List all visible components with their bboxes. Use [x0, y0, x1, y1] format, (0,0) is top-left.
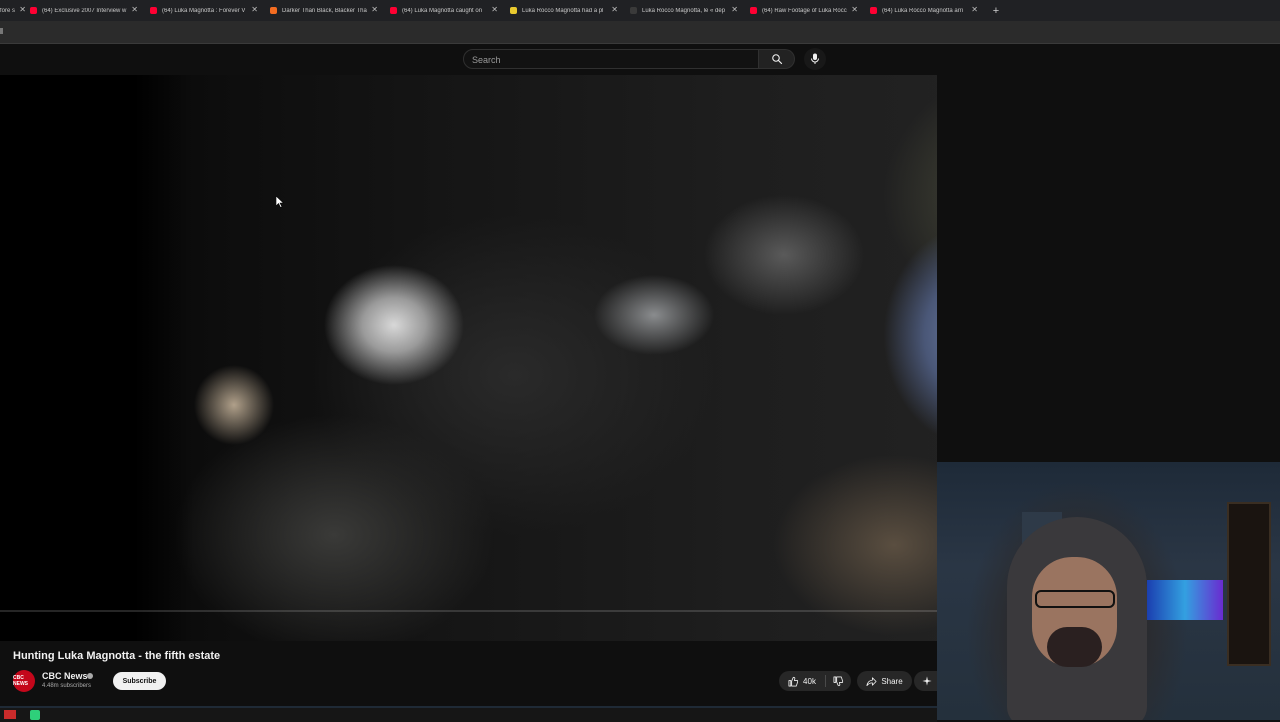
tab-label: Luka Rocco Magnotta had a pl [522, 7, 604, 14]
thumbs-down-icon [833, 676, 843, 686]
like-count: 40k [803, 676, 816, 686]
youtube-favicon-icon [390, 7, 397, 14]
video-letterbox [134, 75, 194, 641]
browser-tab[interactable]: Darker Than Black, Blacker Tha ✕ [266, 0, 386, 21]
close-icon[interactable]: ✕ [19, 5, 26, 14]
page-info-icon[interactable] [0, 28, 3, 34]
youtube-favicon-icon [30, 7, 37, 14]
video-title: Hunting Luka Magnotta - the fifth estate [13, 650, 221, 662]
youtube-favicon-icon [750, 7, 757, 14]
new-tab-button[interactable]: + [986, 5, 1006, 17]
microphone-icon [811, 53, 819, 64]
browser-tab[interactable]: (64) Luka Magnotta caught on ✕ [386, 0, 506, 21]
channel-avatar[interactable]: CBC NEWS [13, 670, 35, 692]
close-icon[interactable]: ✕ [371, 5, 378, 14]
browser-tab[interactable]: Luka Rocco Magnotta had a pl ✕ [506, 0, 626, 21]
share-icon [866, 676, 877, 686]
search-box[interactable] [463, 49, 759, 69]
streamer-glasses [1035, 590, 1115, 608]
share-label: Share [881, 676, 903, 686]
video-frame [134, 75, 937, 641]
browser-tab[interactable]: (64) Luka Rocco Magnotta arri ✕ [866, 0, 986, 21]
close-icon[interactable]: ✕ [251, 5, 258, 14]
streamer-beard [1047, 627, 1102, 667]
channel-name[interactable]: CBC News [42, 671, 88, 681]
search-button[interactable] [759, 49, 795, 69]
tab-label: (64) Raw Footage of Luka Rocc [762, 7, 847, 14]
background-monitor [1147, 580, 1223, 620]
close-icon[interactable]: ✕ [971, 5, 978, 14]
browser-tab[interactable]: (64) Luka Magnotta : Forever V ✕ [146, 0, 266, 21]
close-icon[interactable]: ✕ [131, 5, 138, 14]
browser-tab[interactable]: fore s ✕ [0, 0, 26, 21]
news-favicon-icon [510, 7, 517, 14]
video-progress-bar[interactable] [0, 610, 937, 612]
tab-label: Luka Rocco Magnotta, le « dép [642, 7, 726, 14]
close-icon[interactable]: ✕ [731, 5, 738, 14]
browser-tab-strip: fore s ✕ (64) Exclusive 2007 Interview w… [0, 0, 1280, 21]
background-bookshelf [1227, 502, 1271, 666]
address-bar[interactable] [0, 21, 1280, 44]
close-icon[interactable]: ✕ [851, 5, 858, 14]
youtube-favicon-icon [150, 7, 157, 14]
like-button[interactable]: 40k [779, 671, 825, 691]
browser-tab[interactable]: (64) Raw Footage of Luka Rocc ✕ [746, 0, 866, 21]
blog-favicon-icon [270, 7, 277, 14]
youtube-favicon-icon [870, 7, 877, 14]
browser-tab[interactable]: (64) Exclusive 2007 Interview w ✕ [26, 0, 146, 21]
mouse-cursor-icon [276, 196, 284, 208]
thumbs-up-icon [788, 676, 799, 686]
tab-label: (64) Luka Rocco Magnotta arri [882, 7, 964, 14]
sparkle-icon [922, 676, 932, 686]
share-button[interactable]: Share [857, 671, 912, 691]
tab-label: fore s [0, 7, 16, 14]
app-icon[interactable] [30, 710, 40, 720]
subscriber-count: 4.48m subscribers [42, 683, 92, 689]
tab-label: (64) Exclusive 2007 Interview w [42, 7, 127, 14]
close-icon[interactable]: ✕ [491, 5, 498, 14]
verified-badge-icon [87, 673, 93, 679]
video-player[interactable] [0, 75, 937, 641]
voice-search-button[interactable] [804, 48, 826, 70]
search-icon [771, 54, 782, 65]
browser-tab[interactable]: Luka Rocco Magnotta, le « dép ✕ [626, 0, 746, 21]
youtube-header [0, 44, 1280, 75]
search-input[interactable] [464, 51, 758, 69]
tab-label: (64) Luka Magnotta caught on [402, 7, 483, 14]
news-favicon-icon [630, 7, 637, 14]
dislike-button[interactable] [826, 671, 850, 691]
news-app-icon[interactable] [4, 710, 16, 719]
close-icon[interactable]: ✕ [611, 5, 618, 14]
tab-label: (64) Luka Magnotta : Forever V [162, 7, 246, 14]
tab-label: Darker Than Black, Blacker Tha [282, 7, 367, 14]
webcam-overlay [937, 462, 1280, 720]
subscribe-button[interactable]: Subscribe [113, 672, 166, 690]
